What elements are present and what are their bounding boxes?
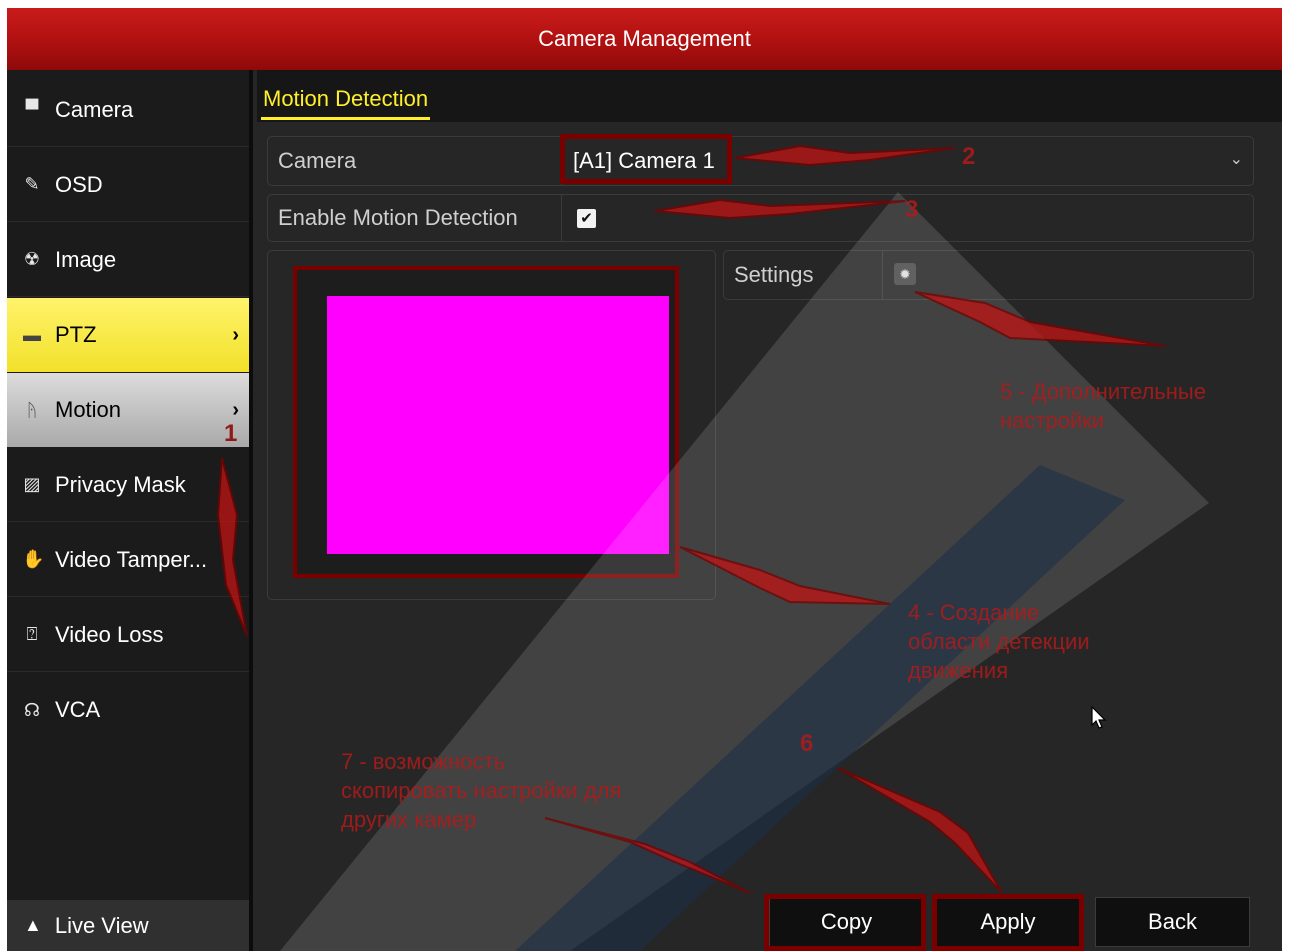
divider <box>561 195 562 241</box>
chevron-right-icon: › <box>232 398 239 421</box>
camera-label: Camera <box>278 148 357 173</box>
annotation-5-line: настройки <box>1000 408 1105 433</box>
annotation-4-line: области детекции <box>908 629 1090 654</box>
divider <box>882 251 883 299</box>
annotation-5: 5 - Дополнительные настройки <box>1000 377 1206 435</box>
sidebar-item-label: Motion <box>55 397 122 422</box>
app-root: Camera Management ▀ Camera ✎ OSD ☢ Image… <box>0 0 1289 951</box>
sidebar-item-label: Camera <box>55 96 134 122</box>
copy-button[interactable]: Copy <box>769 897 924 947</box>
sidebar-item-camera[interactable]: ▀ Camera <box>7 73 249 147</box>
sidebar-item-label: Privacy Mask <box>55 471 186 497</box>
vca-icon: ☊ <box>24 699 40 720</box>
sidebar-item-label: Video Loss <box>55 621 164 647</box>
annotation-4-line: движения <box>908 658 1009 683</box>
gear-icon[interactable]: ✹ <box>894 263 916 285</box>
camera-preview[interactable] <box>293 266 679 578</box>
osd-icon: ✎ <box>24 174 40 194</box>
camera-select[interactable]: [A1] Camera 1 <box>573 137 715 185</box>
enable-motion-detection-label: Enable Motion Detection <box>278 205 518 230</box>
mouse-cursor-icon <box>1091 706 1107 729</box>
annotation-7-line: других камер <box>341 807 477 832</box>
sidebar-item-label: VCA <box>55 697 101 722</box>
camera-management-window: ▀ Camera ✎ OSD ☢ Image ▬ PTZ › ᚤ Motion … <box>7 70 1282 951</box>
annotation-7-line: 7 - возможность <box>341 749 506 774</box>
live-view-button[interactable]: ▲ Live View <box>7 900 249 951</box>
sidebar-item-privacy-mask[interactable]: ▨ Privacy Mask <box>7 448 249 522</box>
ptz-icon: ▬ <box>23 324 41 345</box>
annotation-4: 4 - Создание области детекции движения <box>908 598 1090 685</box>
video-tamper-icon: ✋ <box>22 549 45 569</box>
sidebar-divider <box>249 70 253 951</box>
chevron-right-icon: › <box>232 323 239 346</box>
annotation-7-line: скопировать настройки для <box>341 778 622 803</box>
camera-select-row[interactable]: Camera [A1] Camera 1 ⌄ <box>267 136 1254 186</box>
annotation-4-line: 4 - Создание <box>908 600 1040 625</box>
image-icon: ☢ <box>23 249 41 269</box>
sidebar-item-osd[interactable]: ✎ OSD <box>7 148 249 222</box>
settings-label: Settings <box>734 262 814 287</box>
motion-detection-area[interactable] <box>327 296 669 554</box>
annotation-7: 7 - возможность скопировать настройки дл… <box>341 747 621 834</box>
enable-motion-detection-row: Enable Motion Detection ✔ <box>267 194 1254 242</box>
tab-motion-detection[interactable]: Motion Detection <box>261 82 431 120</box>
annotation-6: 6 <box>800 730 814 757</box>
annotation-5-line: 5 - Дополнительные <box>1000 379 1206 404</box>
apply-button[interactable]: Apply <box>933 897 1083 947</box>
sidebar-item-motion[interactable]: ᚤ Motion › <box>7 373 249 447</box>
sidebar-item-label: Image <box>55 246 117 272</box>
annotation-1: 1 <box>224 420 238 447</box>
divider <box>561 137 562 185</box>
camera-icon: ▀ <box>25 99 39 119</box>
sidebar-item-video-loss[interactable]: ⍰ Video Loss <box>7 598 249 672</box>
enable-motion-detection-checkbox[interactable]: ✔ <box>577 209 596 228</box>
chevron-down-icon[interactable]: ⌄ <box>1230 149 1243 169</box>
motion-area-editor <box>267 250 716 600</box>
annotation-3: 3 <box>905 196 919 223</box>
live-view-label: Live View <box>54 912 149 938</box>
sidebar-item-vca[interactable]: ☊ VCA <box>7 673 249 747</box>
video-loss-icon: ⍰ <box>26 624 38 644</box>
sidebar-item-video-tamper[interactable]: ✋ Video Tamper... <box>7 523 249 597</box>
sidebar-item-label: OSD <box>55 171 103 197</box>
sidebar-item-image[interactable]: ☢ Image <box>7 223 249 297</box>
back-button[interactable]: Back <box>1095 897 1250 947</box>
settings-row: Settings ✹ <box>723 250 1254 300</box>
sidebar: ▀ Camera ✎ OSD ☢ Image ▬ PTZ › ᚤ Motion … <box>7 70 249 951</box>
motion-icon: ᚤ <box>26 399 38 420</box>
sidebar-item-ptz[interactable]: ▬ PTZ › <box>7 298 249 372</box>
sidebar-item-label: PTZ <box>55 322 97 347</box>
window-title: Camera Management <box>7 8 1282 70</box>
sidebar-item-label: Video Tamper... <box>55 546 208 572</box>
privacy-mask-icon: ▨ <box>23 474 41 494</box>
annotation-2: 2 <box>962 143 976 170</box>
home-icon: ▲ <box>24 915 42 935</box>
tab-bar: Motion Detection <box>257 70 1282 122</box>
